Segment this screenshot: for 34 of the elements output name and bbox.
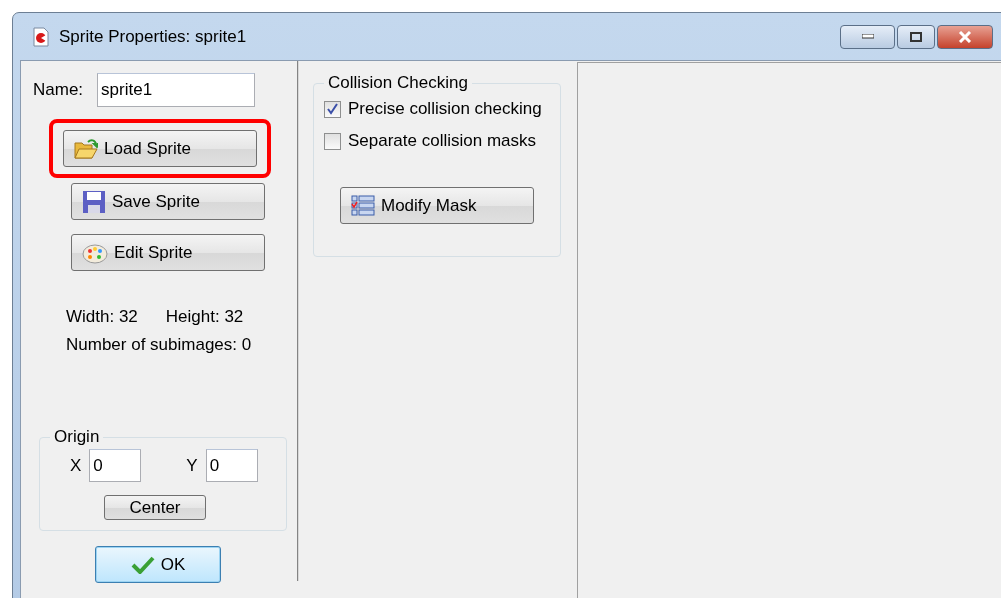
width-text: Width: 32 [66, 307, 138, 327]
checkbox[interactable] [324, 100, 341, 118]
subimages-text: Number of subimages: 0 [66, 335, 253, 355]
list-icon [351, 194, 375, 217]
sprite-button[interactable]: Save Sprite [71, 183, 265, 220]
y-label: Y [186, 455, 198, 476]
folder-icon [74, 137, 98, 160]
app-icon [33, 26, 49, 47]
ok-button[interactable]: OK [95, 546, 221, 583]
window-title: Sprite Properties: sprite1 [59, 26, 247, 47]
name-input[interactable]: sprite1 [97, 73, 256, 107]
checkmark-icon [130, 555, 155, 574]
close-icon [958, 30, 972, 43]
minimize-icon [861, 34, 874, 39]
origin-title: Origin [53, 427, 101, 447]
x-label: X [70, 455, 82, 476]
palette-icon [82, 241, 108, 264]
checkbox-label: Precise collision checking [348, 99, 542, 119]
y-input[interactable]: 0 [205, 449, 258, 482]
name-label: Name: [33, 80, 84, 100]
minimize-button[interactable] [840, 24, 895, 49]
modify-mask-button[interactable]: Modify Mask [340, 187, 534, 224]
close-button[interactable] [937, 24, 993, 49]
checkbox-label: Separate collision masks [348, 131, 537, 151]
maximize-button[interactable] [897, 24, 935, 49]
check-icon [326, 103, 339, 115]
collision-title: Collision Checking [327, 73, 469, 93]
height-text: Height: 32 [165, 307, 244, 327]
sprite-button[interactable]: Edit Sprite [71, 234, 265, 271]
center-button[interactable]: Center [104, 495, 206, 520]
checkbox[interactable] [324, 132, 341, 150]
x-input[interactable]: 0 [89, 449, 142, 482]
sprite-button[interactable]: Load Sprite [63, 130, 257, 167]
maximize-icon [910, 31, 922, 42]
